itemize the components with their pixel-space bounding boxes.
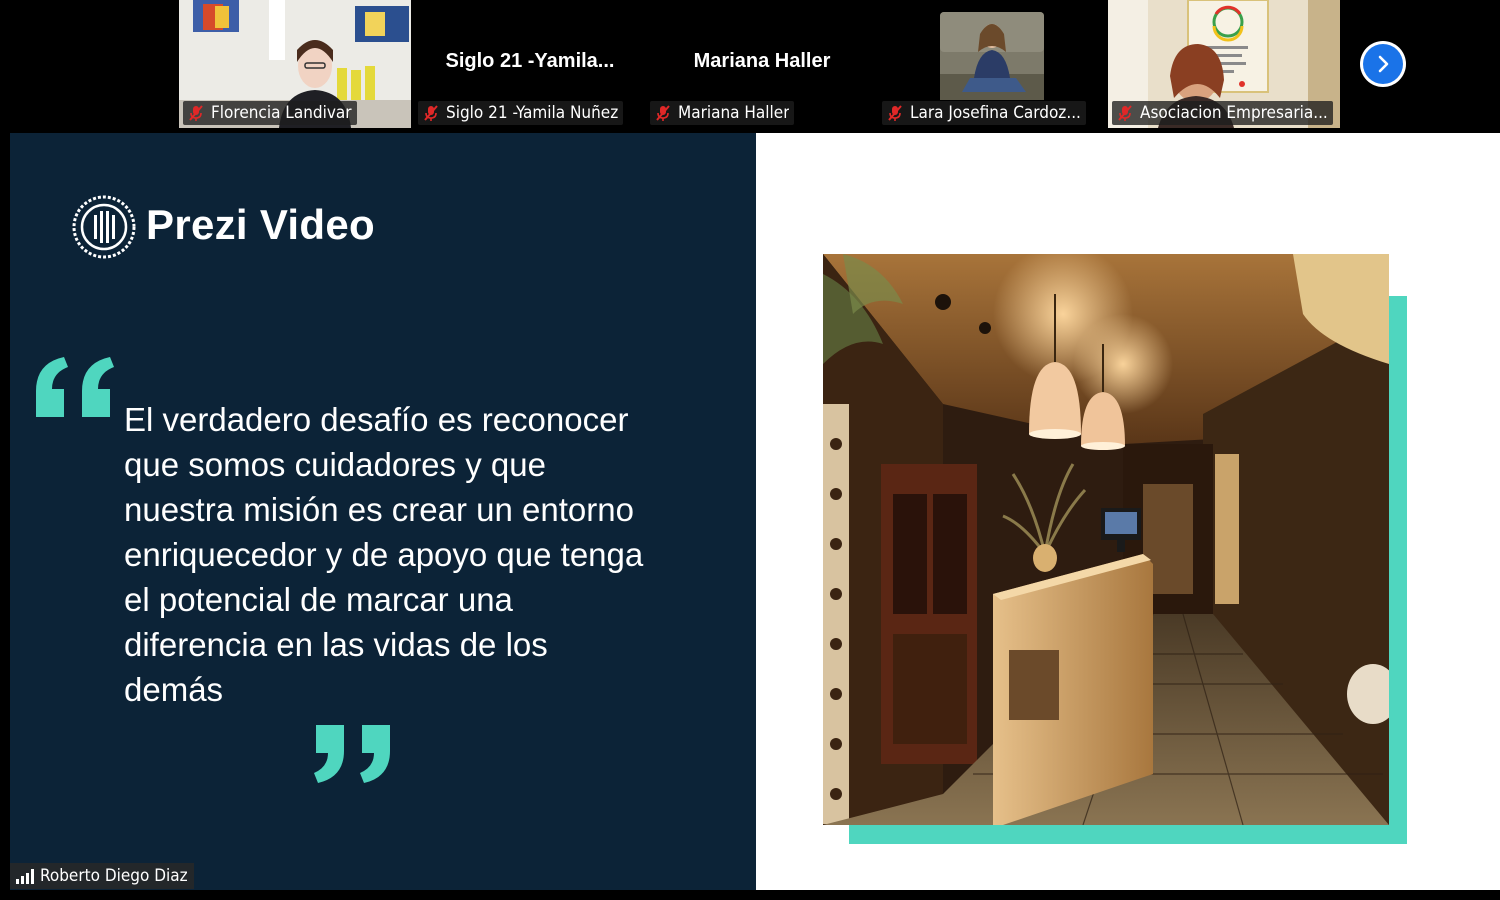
participant-name: Mariana Haller xyxy=(678,103,790,123)
participant-name: Lara Josefina Cardoz... xyxy=(910,103,1081,123)
participant-display-name: Mariana Haller xyxy=(693,50,831,72)
participant-name-tag: Asociacion Empresaria... xyxy=(1112,101,1333,125)
spa-interior-photo xyxy=(823,254,1389,825)
participant-name-tag: Lara Josefina Cardoz... xyxy=(882,101,1086,125)
mic-muted-icon xyxy=(1118,105,1132,121)
next-participants-button[interactable] xyxy=(1360,41,1406,87)
close-quote-icon xyxy=(314,725,390,783)
participant-name-tag: Florencia Landivar xyxy=(183,101,357,125)
participant-tile-asociacion[interactable]: Asociacion Empresaria... xyxy=(1108,0,1340,128)
participant-tile-florencia[interactable]: Florencia Landivar xyxy=(179,0,411,128)
participant-display-name: Siglo 21 -Yamila... xyxy=(445,50,615,72)
participant-strip: Florencia Landivar Siglo 21 -Yamila... S… xyxy=(0,0,1500,133)
participant-name: Siglo 21 -Yamila Nuñez xyxy=(446,103,619,123)
mic-muted-icon xyxy=(888,105,902,121)
chevron-right-icon xyxy=(1378,55,1389,73)
active-speaker-label: Roberto Diego Diaz xyxy=(10,863,194,889)
active-speaker-name: Roberto Diego Diaz xyxy=(40,866,188,886)
slide-quote-panel: Prezi Video El verdadero desafío es reco… xyxy=(10,133,756,890)
spa-interior-image xyxy=(823,254,1389,825)
open-quote-icon xyxy=(36,357,114,417)
participant-tile-lara[interactable]: Lara Josefina Cardoz... xyxy=(878,0,1108,128)
participant-name-tag: Siglo 21 -Yamila Nuñez xyxy=(418,101,624,125)
participant-name-tag: Mariana Haller xyxy=(650,101,795,125)
mic-muted-icon xyxy=(424,105,438,121)
participant-tile-mariana[interactable]: Mariana Haller Mariana Haller xyxy=(646,0,878,128)
participant-tile-siglo21[interactable]: Siglo 21 -Yamila... Siglo 21 -Yamila Nuñ… xyxy=(414,0,646,128)
prezi-logo-icon xyxy=(72,195,136,259)
shared-screen: Prezi Video El verdadero desafío es reco… xyxy=(10,133,1500,890)
participant-name: Asociacion Empresaria... xyxy=(1140,103,1328,123)
mic-muted-icon xyxy=(189,105,203,121)
quote-text: El verdadero desafío es reconocer que so… xyxy=(124,401,644,708)
prezi-brand-title: Prezi Video xyxy=(146,201,375,248)
participant-name: Florencia Landivar xyxy=(211,103,352,123)
mic-muted-icon xyxy=(656,105,670,121)
signal-bars-icon xyxy=(16,868,34,884)
